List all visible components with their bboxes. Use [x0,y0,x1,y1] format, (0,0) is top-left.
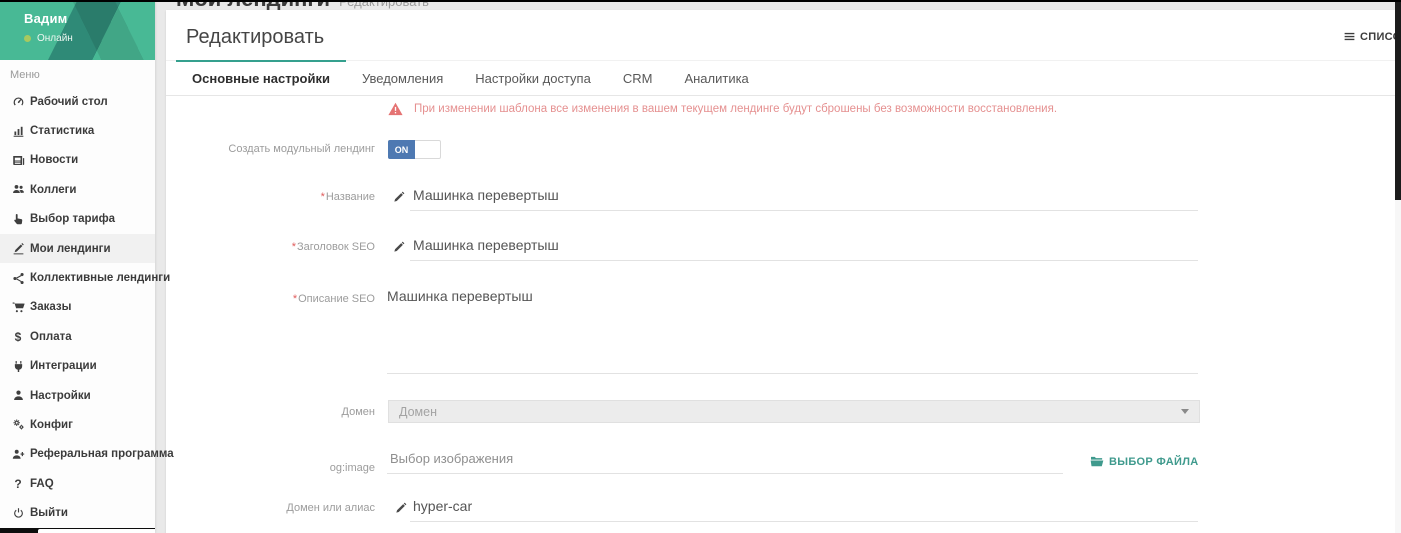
sidebar-item-label: Выбор тарифа [30,213,115,225]
sidebar-item-tariff[interactable]: Выбор тарифа [0,205,155,234]
sidebar-item-label: Интеграции [30,360,97,372]
dollar-icon: $ [11,330,25,343]
share-icon [11,272,25,285]
warning-icon [388,102,403,116]
tab-access[interactable]: Настройки доступа [459,60,607,95]
sidebar-item-label: FAQ [30,478,54,490]
seo-description-label: *Описание SEO [166,293,375,305]
cart-icon [11,301,25,314]
sidebar-item-label: Реферальная программа [30,448,174,460]
news-icon [11,154,25,167]
sidebar-item-statistics[interactable]: Статистика [0,116,155,145]
folder-icon [1090,456,1104,468]
sidebar-item-label: Коллективные лендинги [30,272,170,284]
sidebar-item-payment[interactable]: $ Оплата [0,322,155,351]
power-icon [11,507,25,520]
question-icon: ? [11,477,25,490]
sidebar-item-label: Заказы [30,301,71,313]
sidebar-item-config[interactable]: Конфиг [0,410,155,439]
tab-notifications[interactable]: Уведомления [346,60,459,95]
domain-select-value: Домен [399,405,1181,419]
name-label: *Название [166,191,375,203]
required-mark: * [292,241,296,253]
sidebar-user-panel: Вадим Онлайн [0,0,155,60]
sidebar-item-label: Статистика [30,125,94,137]
pencil-icon [393,191,406,204]
sidebar-item-label: Мои лендинги [30,243,111,255]
chart-icon [11,125,25,138]
required-mark: * [293,293,297,305]
sidebar-item-orders[interactable]: Заказы [0,293,155,322]
seo-title-input[interactable] [410,237,1198,261]
sidebar-item-label: Оплата [30,331,72,343]
sidebar-item-referral[interactable]: Реферальная программа [0,440,155,469]
warning-text: При изменении шаблона все изменения в ва… [414,103,1057,115]
list-icon [1343,30,1356,43]
sidebar-item-label: Настройки [30,390,91,402]
sidebar-item-settings[interactable]: Настройки [0,381,155,410]
required-mark: * [321,191,325,203]
users-icon [11,183,25,196]
window-top-border [0,0,1401,2]
alias-label: Домен или алиас [166,502,375,514]
seo-title-label: *Заголовок SEO [166,241,375,253]
name-input[interactable] [410,187,1198,211]
sidebar-item-label: Выйти [30,507,68,519]
plug-icon [11,360,25,373]
bottom-edge-artifact-inner [38,529,155,533]
og-image-label: og:image [166,462,375,474]
edit-icon [11,242,25,255]
sidebar-menu: Рабочий стол Статистика Новости Коллеги Выбо… [0,87,155,528]
user-status: Онлайн [24,33,155,44]
gears-icon [11,418,25,431]
bottom-edge-artifact [0,528,155,533]
choose-file-button[interactable]: ВЫБОР ФАЙЛА [1090,456,1199,468]
pencil-icon [395,502,408,515]
template-warning: При изменении шаблона все изменения в ва… [388,102,1057,116]
pencil-icon [393,241,406,254]
tab-analytics[interactable]: Аналитика [668,60,764,95]
sidebar-item-label: Конфиг [30,419,73,431]
modular-label: Создать модульный лендинг [166,143,375,155]
tab-crm[interactable]: CRM [607,60,669,95]
toggle-on-label: ON [388,140,415,159]
dashboard-icon [11,95,25,108]
modular-toggle[interactable]: ON [388,140,441,159]
seo-description-textarea[interactable]: Машинка перевертыш [387,288,1198,374]
domain-select[interactable]: Домен [388,400,1200,423]
chevron-down-icon [1181,409,1189,414]
online-status-dot-icon [24,35,31,42]
alias-input[interactable] [410,498,1198,522]
vertical-scrollbar[interactable] [1395,0,1401,533]
sidebar-item-label: Рабочий стол [30,96,108,108]
sidebar: Вадим Онлайн Меню Рабочий стол Статистика… [0,0,155,533]
list-button-label: СПИСОК [1360,31,1395,43]
sidebar-item-logout[interactable]: Выйти [0,498,155,527]
hand-pointer-icon [11,213,25,226]
sidebar-item-desktop[interactable]: Рабочий стол [0,87,155,116]
sidebar-item-collective-landings[interactable]: Коллективные лендинги [0,263,155,292]
list-button[interactable]: СПИСОК [1343,30,1395,43]
user-status-label: Онлайн [37,33,73,44]
user-icon [11,389,25,402]
choose-file-label: ВЫБОР ФАЙЛА [1109,456,1199,468]
tab-bar: Основные настройкиУведомленияНастройки д… [166,60,1395,96]
user-name: Вадим [24,11,155,26]
sidebar-item-faq[interactable]: ? FAQ [0,469,155,498]
sidebar-menu-header: Меню [0,60,155,87]
scrollbar-thumb[interactable] [1395,0,1401,200]
edit-card: Редактировать СПИСОК Основные настройкиУ… [166,10,1395,533]
sidebar-item-my-landings[interactable]: Мои лендинги [0,234,155,263]
sidebar-item-label: Коллеги [30,184,76,196]
sidebar-item-label: Новости [30,154,78,166]
tab-main[interactable]: Основные настройки [176,60,346,95]
sidebar-item-news[interactable]: Новости [0,146,155,175]
card-title: Редактировать [186,26,324,49]
domain-label: Домен [166,406,375,418]
sidebar-item-integrations[interactable]: Интеграции [0,352,155,381]
user-plus-icon [11,448,25,461]
og-image-input[interactable] [387,451,1063,474]
sidebar-item-colleagues[interactable]: Коллеги [0,175,155,204]
